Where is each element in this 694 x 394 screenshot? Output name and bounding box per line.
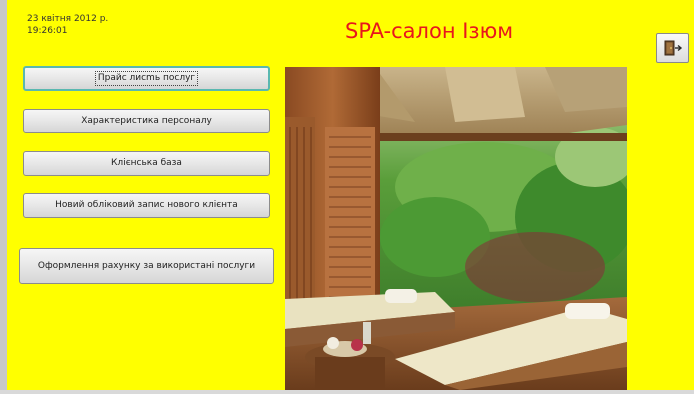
- invoice-button-label: Оформлення рахунку за використані послуг…: [37, 260, 256, 271]
- staff-button[interactable]: Характеристика персоналу: [23, 109, 270, 133]
- window-bottom-border: [0, 390, 694, 394]
- clients-button[interactable]: Клієнська база: [23, 151, 270, 176]
- new-client-button-label: Новий обліковий запис нового клієнта: [55, 200, 238, 210]
- price-list-button[interactable]: Прайс лисmь послуг: [23, 66, 270, 91]
- datetime-display: 23 квітня 2012 р. 19:26:01: [27, 13, 108, 37]
- new-client-button[interactable]: Новий обліковий запис нового клієнта: [23, 193, 270, 218]
- spa-photo: [285, 67, 627, 390]
- window-left-border: [0, 0, 7, 394]
- exit-door-icon: [664, 40, 683, 56]
- time-label: 19:26:01: [27, 26, 68, 36]
- exit-button[interactable]: [656, 33, 689, 63]
- staff-button-label: Характеристика персоналу: [81, 115, 212, 126]
- price-list-button-label: Прайс лисmь послуг: [94, 71, 199, 86]
- clients-button-label: Клієнська база: [111, 158, 182, 168]
- date-label: 23 квітня 2012 р.: [27, 14, 109, 24]
- invoice-button[interactable]: Оформлення рахунку за використані послуг…: [19, 248, 274, 284]
- page-title: SPA-салон Ізюм: [345, 19, 514, 43]
